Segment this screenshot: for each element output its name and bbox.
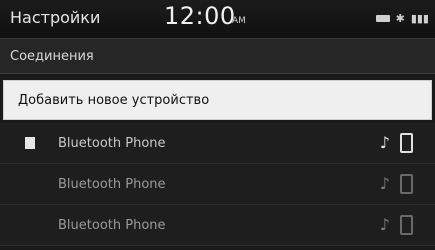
bluetooth-icon: ✱ — [395, 12, 405, 25]
music-icon: ♪ — [379, 174, 390, 193]
phone-icon — [400, 174, 413, 194]
phone-icon — [400, 133, 413, 153]
device-name: Bluetooth Phone — [58, 217, 166, 233]
device-icons: ♪ — [380, 133, 413, 153]
clock-ampm: AM — [232, 16, 246, 26]
screen: Настройки 12:00 AM ✱ ▮▮▮ Соединения Доба… — [0, 0, 435, 250]
signal-icon: ▮▮▮ — [410, 12, 429, 25]
device-name: Bluetooth Phone — [58, 176, 166, 192]
device-name: Bluetooth Phone — [58, 135, 166, 151]
music-icon: ♪ — [379, 215, 390, 234]
clock-time: 12:00 — [164, 2, 236, 30]
status-bar: Настройки 12:00 AM ✱ ▮▮▮ — [0, 0, 435, 38]
page-title: Настройки — [10, 8, 101, 27]
phone-icon — [400, 215, 413, 235]
battery-icon — [375, 15, 390, 22]
device-row[interactable]: Bluetooth Phone ♪ — [0, 205, 435, 246]
connected-device-icon — [25, 137, 35, 149]
add-device-button[interactable]: Добавить новое устройство — [3, 80, 432, 120]
status-icons: ✱ ▮▮▮ — [375, 12, 429, 25]
section-header-connections: Соединения — [0, 38, 435, 74]
music-icon: ♪ — [379, 133, 390, 152]
section-label: Соединения — [10, 48, 94, 64]
add-device-label: Добавить новое устройство — [18, 92, 210, 108]
device-row[interactable]: Bluetooth Phone ♪ — [0, 123, 435, 164]
device-icons: ♪ — [380, 174, 413, 194]
device-icons: ♪ — [380, 215, 413, 235]
device-row[interactable]: Bluetooth Phone ♪ — [0, 164, 435, 205]
